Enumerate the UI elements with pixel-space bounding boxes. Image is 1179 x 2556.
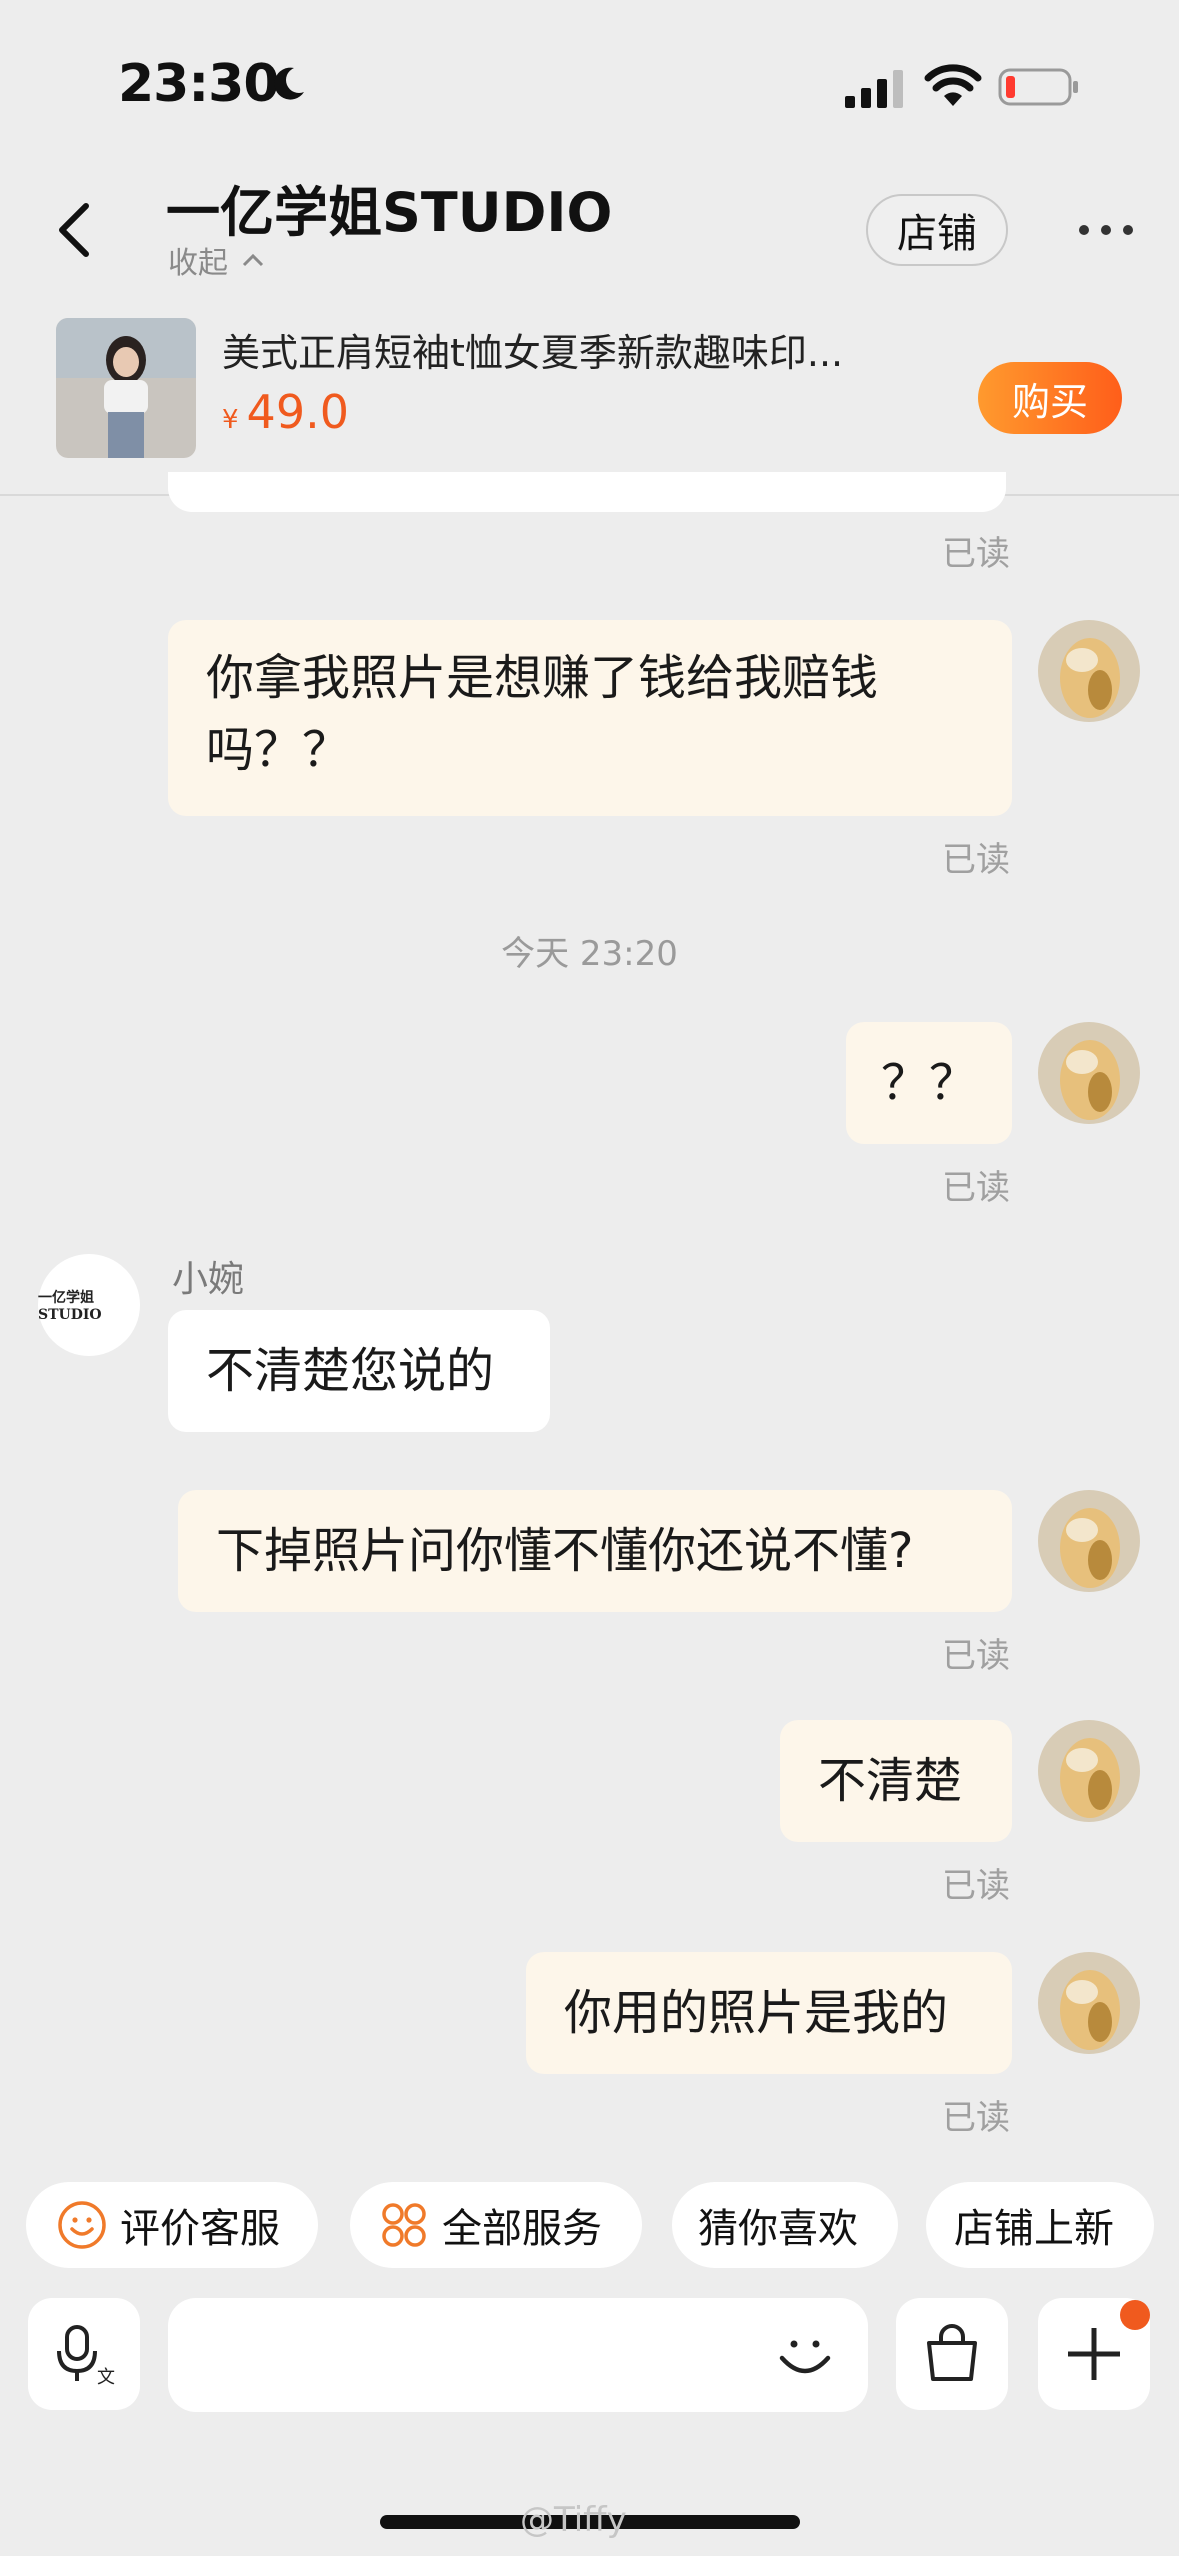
message-text: 不清楚	[818, 1753, 963, 1809]
chip-all-services[interactable]: 全部服务	[350, 2182, 642, 2268]
product-price: ¥ 49.0	[222, 385, 349, 439]
product-thumbnail[interactable]	[56, 318, 196, 458]
message-bubble[interactable]: 你用的照片是我的	[526, 1952, 1012, 2074]
user-avatar[interactable]	[1038, 1490, 1140, 1592]
wifi-icon	[924, 64, 982, 106]
message-bubble-partial[interactable]	[168, 472, 1006, 512]
message-input[interactable]	[168, 2298, 868, 2412]
voice-input-button[interactable]: 文	[28, 2298, 140, 2410]
price-value: 49.0	[246, 385, 349, 439]
svg-text:文: 文	[97, 2367, 115, 2387]
message-line: 你拿我照片是想赚了钱给我赔钱	[206, 650, 879, 706]
chip-label: 猜你喜欢	[698, 2206, 858, 2252]
emoji-icon[interactable]	[772, 2322, 838, 2388]
read-receipt: 已读	[942, 1866, 1010, 1906]
user-avatar[interactable]	[1038, 620, 1140, 722]
message-bubble[interactable]: ？？	[846, 1022, 1012, 1144]
chip-label: 店铺上新	[954, 2206, 1114, 2252]
collapse-toggle[interactable]: 收起	[168, 238, 264, 282]
notification-dot	[1120, 2300, 1150, 2330]
product-name[interactable]: 美式正肩短袖t恤女夏季新款趣味印...	[222, 322, 942, 377]
collapse-label: 收起	[168, 246, 228, 281]
message-bubble[interactable]: 你拿我照片是想赚了钱给我赔钱 吗？？	[168, 620, 1012, 816]
message-text: 不清楚您说的	[206, 1343, 495, 1399]
watermark: @Tiffy	[520, 2500, 627, 2540]
plus-icon	[1068, 2328, 1120, 2380]
read-receipt: 已读	[942, 534, 1010, 574]
buy-button[interactable]: 购买	[978, 362, 1122, 434]
chip-guess-you-like[interactable]: 猜你喜欢	[672, 2182, 898, 2268]
status-time: 23:30	[118, 54, 280, 114]
more-options-icon[interactable]	[1076, 222, 1136, 238]
chat-timestamp: 今天 23:20	[501, 934, 678, 974]
user-avatar[interactable]	[1038, 1022, 1140, 1124]
back-arrow-icon[interactable]	[52, 200, 98, 260]
read-receipt: 已读	[942, 840, 1010, 880]
read-receipt: 已读	[942, 2098, 1010, 2138]
user-avatar[interactable]	[1038, 1952, 1140, 2054]
message-bubble[interactable]: 不清楚	[780, 1720, 1012, 1842]
smiley-icon	[58, 2201, 106, 2249]
read-receipt: 已读	[942, 1168, 1010, 1208]
message-text: 你用的照片是我的	[564, 1985, 949, 2041]
product-photo	[56, 318, 196, 458]
message-bubble[interactable]: 下掉照片问你懂不懂你还说不懂?	[178, 1490, 1012, 1612]
message-line: 吗？？	[206, 722, 351, 778]
shop-avatar[interactable]: 一亿学姐STUDIO	[38, 1254, 140, 1356]
currency-symbol: ¥	[222, 405, 239, 435]
message-text: 下掉照片问你懂不懂你还说不懂?	[216, 1523, 914, 1579]
chip-rate-service[interactable]: 评价客服	[26, 2182, 318, 2268]
services-grid-icon	[382, 2203, 426, 2247]
shop-avatar-logo: 一亿学姐STUDIO	[38, 1290, 102, 1323]
chevron-up-icon	[242, 253, 264, 267]
shopping-bag-button[interactable]	[896, 2298, 1008, 2410]
user-avatar[interactable]	[1038, 1720, 1140, 1822]
microphone-icon: 文	[57, 2325, 115, 2387]
battery-icon	[998, 68, 1078, 106]
read-receipt: 已读	[942, 1636, 1010, 1676]
message-text: ？？	[880, 1055, 977, 1111]
chip-label: 评价客服	[120, 2206, 280, 2252]
chip-store-new[interactable]: 店铺上新	[926, 2182, 1154, 2268]
message-bubble[interactable]: 不清楚您说的	[168, 1310, 550, 1432]
chip-label: 全部服务	[442, 2206, 602, 2252]
moon-icon	[274, 67, 304, 100]
cellular-signal-icon	[845, 70, 903, 108]
sender-name: 小婉	[172, 1259, 245, 1300]
shopping-bag-icon	[927, 2324, 977, 2381]
store-button[interactable]: 店铺	[866, 194, 1008, 266]
page-title: 一亿学姐STUDIO	[166, 181, 613, 244]
